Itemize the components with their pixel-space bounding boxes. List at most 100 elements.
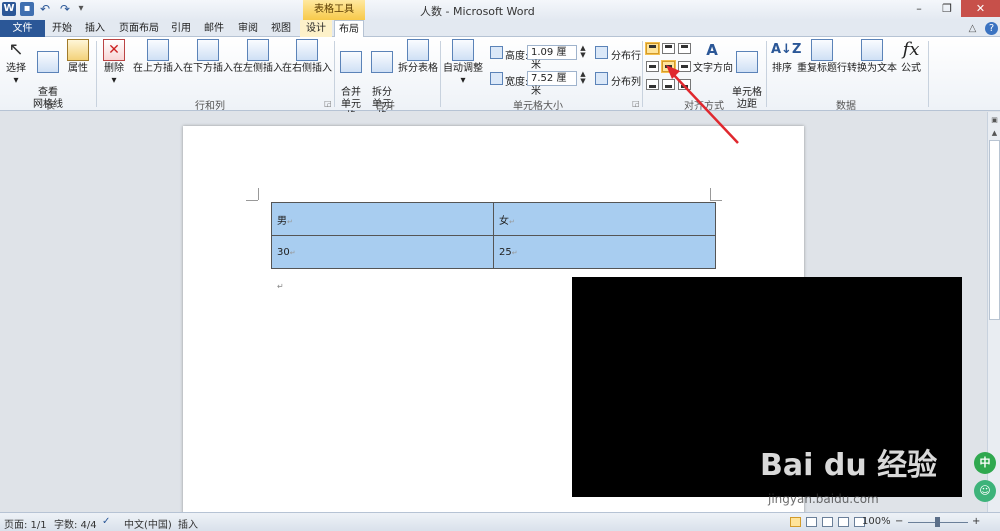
- paragraph-mark: ↵: [277, 282, 284, 291]
- distribute-rows-button[interactable]: 分布行: [611, 47, 641, 62]
- data-table[interactable]: 男↵ 女↵ 30↵ 25↵: [271, 202, 716, 269]
- sort-button[interactable]: A↓Z 排序: [770, 39, 801, 75]
- split-table-button[interactable]: 拆分表格: [398, 39, 438, 75]
- print-layout-view-icon[interactable]: [790, 517, 801, 527]
- zoom-out-button[interactable]: −: [895, 516, 903, 527]
- group-divider: [928, 41, 929, 107]
- redo-icon[interactable]: ↷: [58, 2, 72, 16]
- delete-button[interactable]: ✕ 删除 ▾: [101, 39, 127, 87]
- height-label: 高度:: [505, 51, 529, 62]
- maximize-button[interactable]: ❐: [933, 0, 961, 17]
- word-count[interactable]: 字数: 4/4: [54, 516, 97, 531]
- group-divider: [334, 41, 335, 107]
- align-top-right-button[interactable]: [678, 43, 691, 54]
- repeat-header-rows-button[interactable]: 重复标题行: [797, 39, 847, 75]
- delete-label: 删除: [104, 63, 124, 74]
- properties-label: 属性: [68, 63, 88, 74]
- group-label-rows-cols: 行和列: [195, 101, 225, 112]
- proofing-icon[interactable]: ✓: [102, 516, 110, 527]
- insert-above-button[interactable]: 在上方插入: [133, 39, 183, 75]
- scroll-up-icon[interactable]: ▲: [989, 127, 1000, 139]
- autofit-button[interactable]: 自动调整 ▾: [443, 39, 483, 87]
- insert-left-label: 在左侧插入: [233, 63, 283, 74]
- insert-row-above-icon: [147, 39, 169, 61]
- table-properties-icon: [67, 39, 89, 61]
- ruler-toggle-icon[interactable]: ▣: [989, 114, 1000, 126]
- minimize-button[interactable]: –: [905, 0, 933, 17]
- table-cell[interactable]: 女↵: [493, 202, 716, 236]
- group-divider: [96, 41, 97, 107]
- chevron-down-icon: ▾: [460, 75, 466, 86]
- formula-label: 公式: [901, 63, 921, 74]
- height-input[interactable]: 1.09 厘米: [527, 45, 577, 71]
- select-button[interactable]: ↖ 选择 ▾: [4, 39, 28, 87]
- tab-references[interactable]: 引用: [166, 20, 196, 37]
- group-divider: [766, 41, 767, 107]
- convert-to-text-icon: [861, 39, 883, 61]
- chevron-down-icon: ▾: [13, 75, 19, 86]
- scroll-thumb[interactable]: [989, 140, 1000, 320]
- delete-table-icon: ✕: [103, 39, 125, 61]
- insert-mode-indicator[interactable]: 插入: [178, 516, 198, 531]
- select-cursor-icon: ↖: [8, 39, 24, 60]
- distribute-columns-button[interactable]: 分布列: [611, 73, 641, 88]
- gridlines-icon: [37, 51, 59, 73]
- merge-cells-button[interactable]: 合并 单元格: [337, 39, 365, 123]
- full-screen-reading-icon[interactable]: [806, 517, 817, 527]
- minimize-ribbon-icon[interactable]: △: [966, 22, 979, 35]
- width-input[interactable]: 7.52 厘米: [527, 71, 577, 97]
- chevron-down-icon: ▾: [111, 75, 117, 86]
- zoom-in-button[interactable]: +: [972, 516, 980, 527]
- language-indicator[interactable]: 中文(中国): [124, 516, 172, 531]
- formula-button[interactable]: fx 公式: [899, 39, 923, 75]
- group-divider: [440, 41, 441, 107]
- table-cell[interactable]: 男↵: [271, 202, 494, 236]
- width-label: 宽度:: [505, 77, 529, 88]
- margin-corner-mark: [258, 188, 259, 200]
- quick-access-customize-icon[interactable]: ▾: [74, 2, 88, 16]
- save-icon[interactable]: ▪: [20, 2, 34, 16]
- dialog-launcher-icon[interactable]: ◲: [324, 99, 332, 108]
- group-label-cell-size: 单元格大小: [513, 101, 563, 112]
- insert-below-button[interactable]: 在下方插入: [183, 39, 233, 75]
- undo-icon[interactable]: ↶: [38, 2, 52, 16]
- tab-home[interactable]: 开始: [47, 20, 77, 37]
- tab-file[interactable]: 文件: [0, 20, 45, 37]
- dialog-launcher-icon[interactable]: ◲: [632, 99, 640, 108]
- ime-badge[interactable]: 中: [974, 452, 996, 474]
- properties-button[interactable]: 属性: [66, 39, 90, 75]
- align-top-center-button[interactable]: [662, 43, 675, 54]
- repeat-header-label: 重复标题行: [797, 63, 847, 74]
- tab-view[interactable]: 视图: [266, 20, 296, 37]
- insert-left-button[interactable]: 在左侧插入: [233, 39, 283, 75]
- assistant-badge[interactable]: ☺: [974, 480, 996, 502]
- page-count[interactable]: 页面: 1/1: [4, 516, 47, 531]
- tab-page-layout[interactable]: 页面布局: [114, 20, 164, 37]
- baidu-watermark: Bai du 经验: [760, 448, 938, 483]
- convert-to-text-button[interactable]: 转换为文本: [847, 39, 897, 75]
- width-spinner[interactable]: ▲ ▼: [578, 71, 588, 86]
- tab-review[interactable]: 审阅: [233, 20, 263, 37]
- web-layout-icon[interactable]: [822, 517, 833, 527]
- word-logo-icon[interactable]: W: [2, 2, 16, 16]
- align-top-left-button[interactable]: [646, 43, 659, 54]
- close-button[interactable]: ✕: [961, 0, 1000, 17]
- outline-view-icon[interactable]: [838, 517, 849, 527]
- height-spinner[interactable]: ▲ ▼: [578, 45, 588, 60]
- help-icon[interactable]: ?: [985, 22, 998, 35]
- split-cells-icon: [371, 51, 393, 73]
- zoom-slider-thumb[interactable]: [935, 517, 940, 527]
- merge-cells-icon: [340, 51, 362, 73]
- insert-right-button[interactable]: 在右侧插入: [282, 39, 332, 75]
- tab-design[interactable]: 设计: [300, 20, 332, 37]
- ribbon-tabs: 文件 开始 插入 页面布局 引用 邮件 审阅 视图 设计 布局 △ ?: [0, 20, 1000, 38]
- row-height-icon: [490, 46, 503, 59]
- tab-layout[interactable]: 布局: [334, 20, 364, 38]
- tab-insert[interactable]: 插入: [80, 20, 110, 37]
- tab-mailings[interactable]: 邮件: [199, 20, 229, 37]
- table-cell[interactable]: 30↵: [271, 235, 494, 269]
- zoom-level[interactable]: 100%: [862, 516, 891, 527]
- insert-column-right-icon: [296, 39, 318, 61]
- group-divider: [642, 41, 643, 107]
- table-cell[interactable]: 25↵: [493, 235, 716, 269]
